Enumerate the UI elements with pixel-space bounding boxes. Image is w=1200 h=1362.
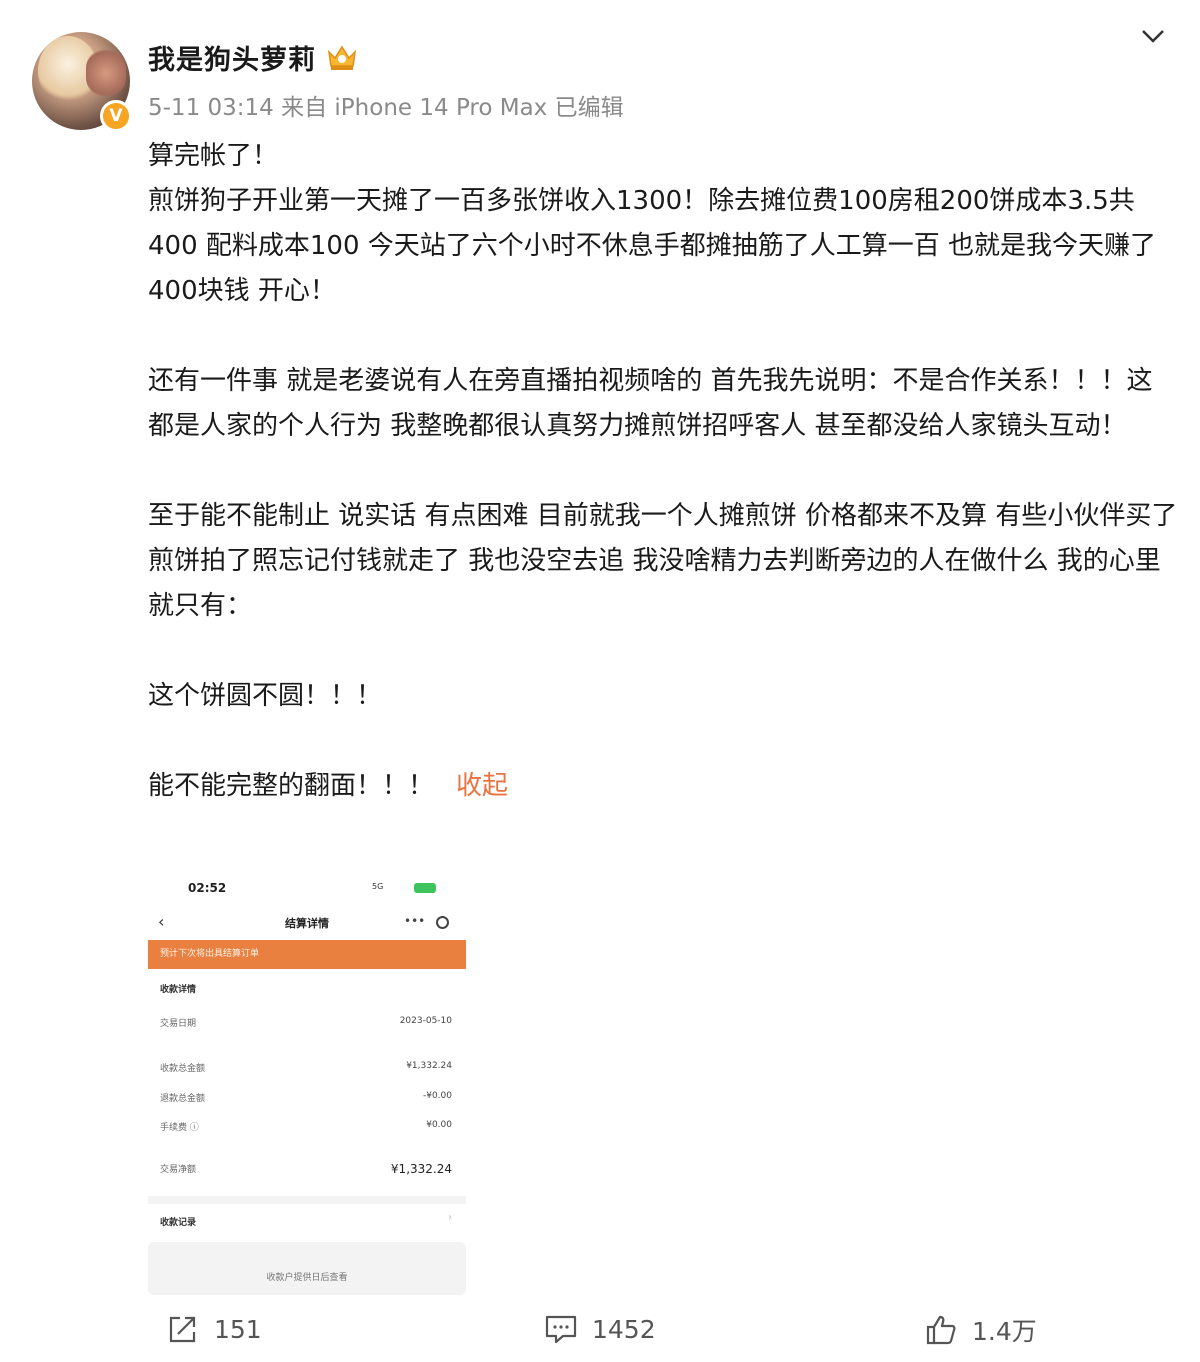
row-label: 交易净额 <box>160 1165 197 1175</box>
status-time: 02:52 <box>188 881 227 895</box>
action-bar: 151 1452 1.4万 <box>0 1312 1200 1356</box>
records-label: 收款记录 <box>160 1218 197 1228</box>
post-line: 这个饼圆不圆！！！ <box>148 681 383 711</box>
post-body: 算完帐了！ 煎饼狗子开业第一天摊了一百多张饼收入1300！除去摊位费100房租2… <box>148 134 1178 809</box>
post-line: 至于能不能制止 说实话 有点困难 目前就我一个人摊煎饼 价格都来不及算 有些小伙… <box>148 501 1178 621</box>
like-button[interactable]: 1.4万 <box>924 1312 1037 1348</box>
post-line: 还有一件事 就是老婆说有人在旁直播拍视频啥的 首先我先说明：不是合作关系！！！这… <box>148 366 1153 441</box>
chevron-down-icon[interactable] <box>1138 24 1168 48</box>
repost-button[interactable]: 151 <box>166 1312 262 1346</box>
footer-note: 收款户提供日后查看 <box>148 1242 466 1295</box>
post-time: 5-11 03:14 <box>148 95 274 121</box>
signal-indicator: 5G <box>372 882 384 891</box>
row-value: ¥0.00 <box>426 1120 452 1130</box>
thumbs-up-icon <box>926 1315 956 1345</box>
chevron-right-icon: › <box>448 1212 452 1223</box>
comment-icon <box>545 1315 577 1344</box>
row-label: 退款总金额 <box>160 1094 206 1104</box>
crown-icon <box>327 45 357 70</box>
post-line-last: 能不能完整的翻面！！！ 收起 <box>148 764 1178 809</box>
comment-button[interactable]: 1452 <box>544 1312 656 1346</box>
battery-icon <box>414 883 436 893</box>
row-value: 2023-05-10 <box>399 1016 452 1026</box>
post-line: 煎饼狗子开业第一天摊了一百多张饼收入1300！除去摊位费100房租200饼成本3… <box>148 186 1157 306</box>
comment-count: 1452 <box>592 1314 656 1344</box>
verified-badge-icon: V <box>100 100 132 132</box>
username[interactable]: 我是狗头萝莉 <box>148 38 316 77</box>
repost-icon <box>169 1316 196 1343</box>
like-count: 1.4万 <box>972 1317 1037 1346</box>
row-label: 收款总金额 <box>160 1064 206 1074</box>
post-meta: 5-11 03:14 来自 iPhone 14 Pro Max 已编辑 <box>148 88 624 122</box>
post-line: 算完帐了！ <box>148 141 279 171</box>
edited-label[interactable]: 已编辑 <box>555 95 624 121</box>
row-label: 手续费 ⓘ <box>160 1123 199 1133</box>
more-icon: ••• <box>404 914 426 928</box>
row-label: 交易日期 <box>160 1019 197 1029</box>
section-title: 收款详情 <box>160 985 197 995</box>
post-source: 来自 iPhone 14 Pro Max <box>281 95 548 121</box>
repost-count: 151 <box>214 1314 262 1344</box>
divider <box>148 1196 466 1204</box>
avatar-detail <box>86 50 126 96</box>
post-line: 能不能完整的翻面！！！ <box>148 771 435 801</box>
collapse-link[interactable]: 收起 <box>456 771 508 801</box>
notice-banner: 预计下次将出具结算订单 <box>148 940 466 969</box>
row-value: ¥1,332.24 <box>390 1162 452 1176</box>
row-value: -¥0.00 <box>422 1091 452 1101</box>
row-value: ¥1,332.24 <box>406 1061 452 1071</box>
target-icon <box>436 916 449 929</box>
attached-image[interactable]: 02:52 5G ‹ 结算详情 ••• 预计下次将出具结算订单 收款详情 交易日… <box>148 870 466 1295</box>
